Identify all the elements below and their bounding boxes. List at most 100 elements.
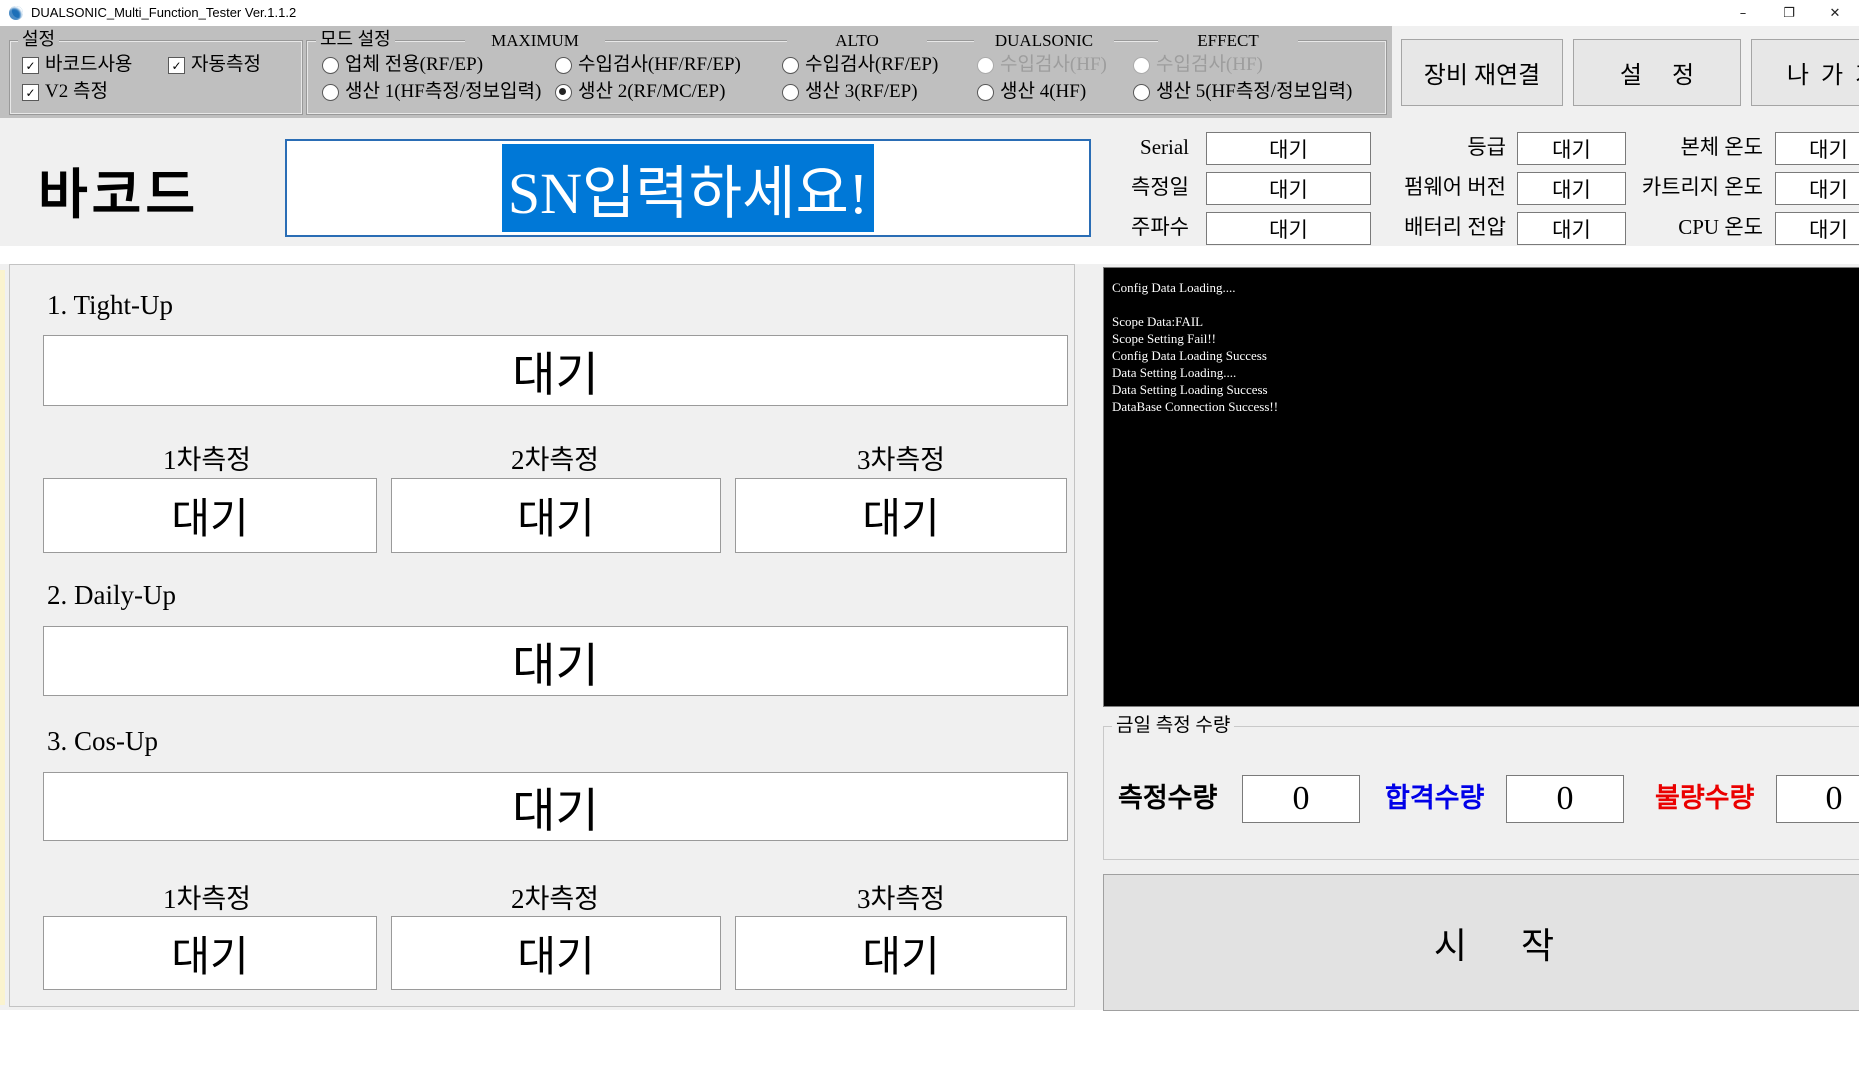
mode-col-header-maximum: MAXIMUM — [465, 31, 605, 50]
auto-measure-checkbox[interactable]: ✓ — [168, 57, 185, 74]
settings-button-label: 설 정 — [1620, 55, 1694, 90]
console-line: Config Data Loading Success — [1112, 347, 1859, 364]
status-value-text: 대기 — [1552, 174, 1591, 204]
check-icon: ✓ — [171, 59, 181, 73]
barcode-label: 바코드 — [38, 150, 199, 229]
barcode-input[interactable]: SN입력하세요! — [285, 139, 1091, 237]
status-value-text: 대기 — [1552, 134, 1591, 164]
measured-count-value: 0 — [1293, 780, 1310, 818]
radio-production-4[interactable] — [977, 84, 994, 101]
start-button-label: 시 작 — [1434, 917, 1554, 969]
fail-count-box: 0 — [1776, 775, 1859, 823]
radio-dualsonic-import-label: 수입검사(HF) — [1000, 54, 1107, 76]
status-value-text: 대기 — [1809, 214, 1848, 244]
fail-count-label: 불량수량 — [1655, 775, 1754, 821]
measured-count-box: 0 — [1242, 775, 1360, 823]
section1-measure-2-label: 2차측정 — [455, 438, 655, 477]
check-icon: ✓ — [25, 86, 35, 100]
measured-count-label: 측정수량 — [1118, 775, 1217, 821]
radio-company-only[interactable] — [322, 57, 339, 74]
mode-groupbox — [306, 40, 1387, 115]
pass-count-label: 합격수량 — [1385, 775, 1484, 821]
status-label-firmware: 펌웨어 버전 — [1380, 172, 1506, 203]
settings-groupbox — [9, 40, 303, 115]
status-label-measure-date: 측정일 — [1050, 172, 1189, 203]
v2-measure-checkbox[interactable]: ✓ — [22, 84, 39, 101]
daily-up-status-text: 대기 — [512, 627, 598, 696]
status-label-frequency: 주파수 — [1050, 212, 1189, 243]
radio-production-3[interactable] — [782, 84, 799, 101]
section3-measure-2-label: 2차측정 — [455, 877, 655, 916]
radio-production-5[interactable] — [1133, 84, 1150, 101]
console-line — [1112, 296, 1859, 313]
separator — [0, 246, 1859, 264]
radio-company-only-label: 업체 전용(RF/EP) — [345, 54, 483, 76]
radio-production-3-label: 생산 3(RF/EP) — [805, 81, 918, 103]
settings-group-title: 설정 — [18, 30, 59, 49]
section3-measure-2-box: 대기 — [391, 916, 721, 990]
measure-value-text: 대기 — [171, 923, 248, 984]
radio-effect-import — [1133, 57, 1150, 74]
radio-maximum-import[interactable] — [555, 57, 572, 74]
minimize-button[interactable]: – — [1720, 0, 1766, 26]
status-value-measure-date: 대기 — [1206, 172, 1371, 205]
barcode-input-selected-text: SN입력하세요! — [502, 144, 874, 232]
daily-up-status-box: 대기 — [43, 626, 1068, 696]
exit-button[interactable]: 나 가 기 — [1751, 39, 1859, 106]
section-3-title: 3. Cos-Up — [47, 726, 158, 757]
bottom-strip — [0, 1010, 1859, 1080]
status-value-text: 대기 — [1809, 134, 1848, 164]
status-value-text: 대기 — [1269, 134, 1308, 164]
radio-alto-import[interactable] — [782, 57, 799, 74]
mode-col-header-effect: EFFECT — [1158, 31, 1298, 50]
status-value-cartridge-temp: 대기 — [1775, 172, 1859, 205]
status-value-text: 대기 — [1269, 214, 1308, 244]
barcode-use-checkbox[interactable]: ✓ — [22, 57, 39, 74]
console-line: DataBase Connection Success!! — [1112, 398, 1859, 415]
v2-measure-label: V2 측정 — [45, 81, 108, 103]
radio-production-2[interactable] — [555, 84, 572, 101]
restore-button[interactable]: ❐ — [1766, 0, 1812, 26]
status-value-body-temp: 대기 — [1775, 132, 1859, 165]
section3-measure-1-box: 대기 — [43, 916, 377, 990]
radio-dualsonic-import — [977, 57, 994, 74]
measure-value-text: 대기 — [517, 485, 594, 546]
console-line: Config Data Loading.... — [1112, 279, 1859, 296]
settings-button[interactable]: 설 정 — [1573, 39, 1741, 106]
status-label-cpu-temp: CPU 온도 — [1600, 212, 1763, 243]
console-line: Scope Setting Fail!! — [1112, 330, 1859, 347]
daily-count-title: 금일 측정 수량 — [1112, 715, 1234, 736]
measure-value-text: 대기 — [171, 485, 248, 546]
close-icon: ✕ — [1830, 6, 1841, 21]
radio-production-4-label: 생산 4(HF) — [1000, 81, 1086, 103]
section-1-title: 1. Tight-Up — [47, 290, 173, 321]
section1-measure-3-box: 대기 — [735, 478, 1067, 553]
status-value-text: 대기 — [1269, 174, 1308, 204]
radio-production-1-label: 생산 1(HF측정/정보입력) — [345, 81, 541, 103]
radio-alto-import-label: 수입검사(RF/EP) — [805, 54, 938, 76]
minimize-icon: – — [1740, 6, 1747, 21]
mode-col-header-dualsonic: DUALSONIC — [974, 31, 1114, 50]
mode-group-title: 모드 설정 — [316, 30, 395, 49]
status-value-cpu-temp: 대기 — [1775, 212, 1859, 245]
section1-measure-1-label: 1차측정 — [107, 438, 307, 477]
check-icon: ✓ — [25, 59, 35, 73]
pass-count-value: 0 — [1557, 780, 1574, 818]
pass-count-box: 0 — [1506, 775, 1624, 823]
reconnect-device-button[interactable]: 장비 재연결 — [1401, 39, 1563, 106]
radio-production-1[interactable] — [322, 84, 339, 101]
status-value-text: 대기 — [1809, 174, 1848, 204]
fail-count-value: 0 — [1826, 780, 1843, 818]
tight-up-status-text: 대기 — [512, 336, 598, 405]
radio-effect-import-label: 수입검사(HF) — [1156, 54, 1263, 76]
close-button[interactable]: ✕ — [1812, 0, 1858, 26]
measure-value-text: 대기 — [862, 485, 939, 546]
reconnect-device-label: 장비 재연결 — [1424, 55, 1540, 90]
status-value-serial: 대기 — [1206, 132, 1371, 165]
status-value-text: 대기 — [1552, 214, 1591, 244]
radio-production-5-label: 생산 5(HF측정/정보입력) — [1156, 81, 1352, 103]
cos-up-status-box: 대기 — [43, 772, 1068, 841]
start-button[interactable]: 시 작 — [1103, 874, 1859, 1011]
tight-up-status-box: 대기 — [43, 335, 1068, 406]
mode-col-header-alto: ALTO — [787, 31, 927, 50]
